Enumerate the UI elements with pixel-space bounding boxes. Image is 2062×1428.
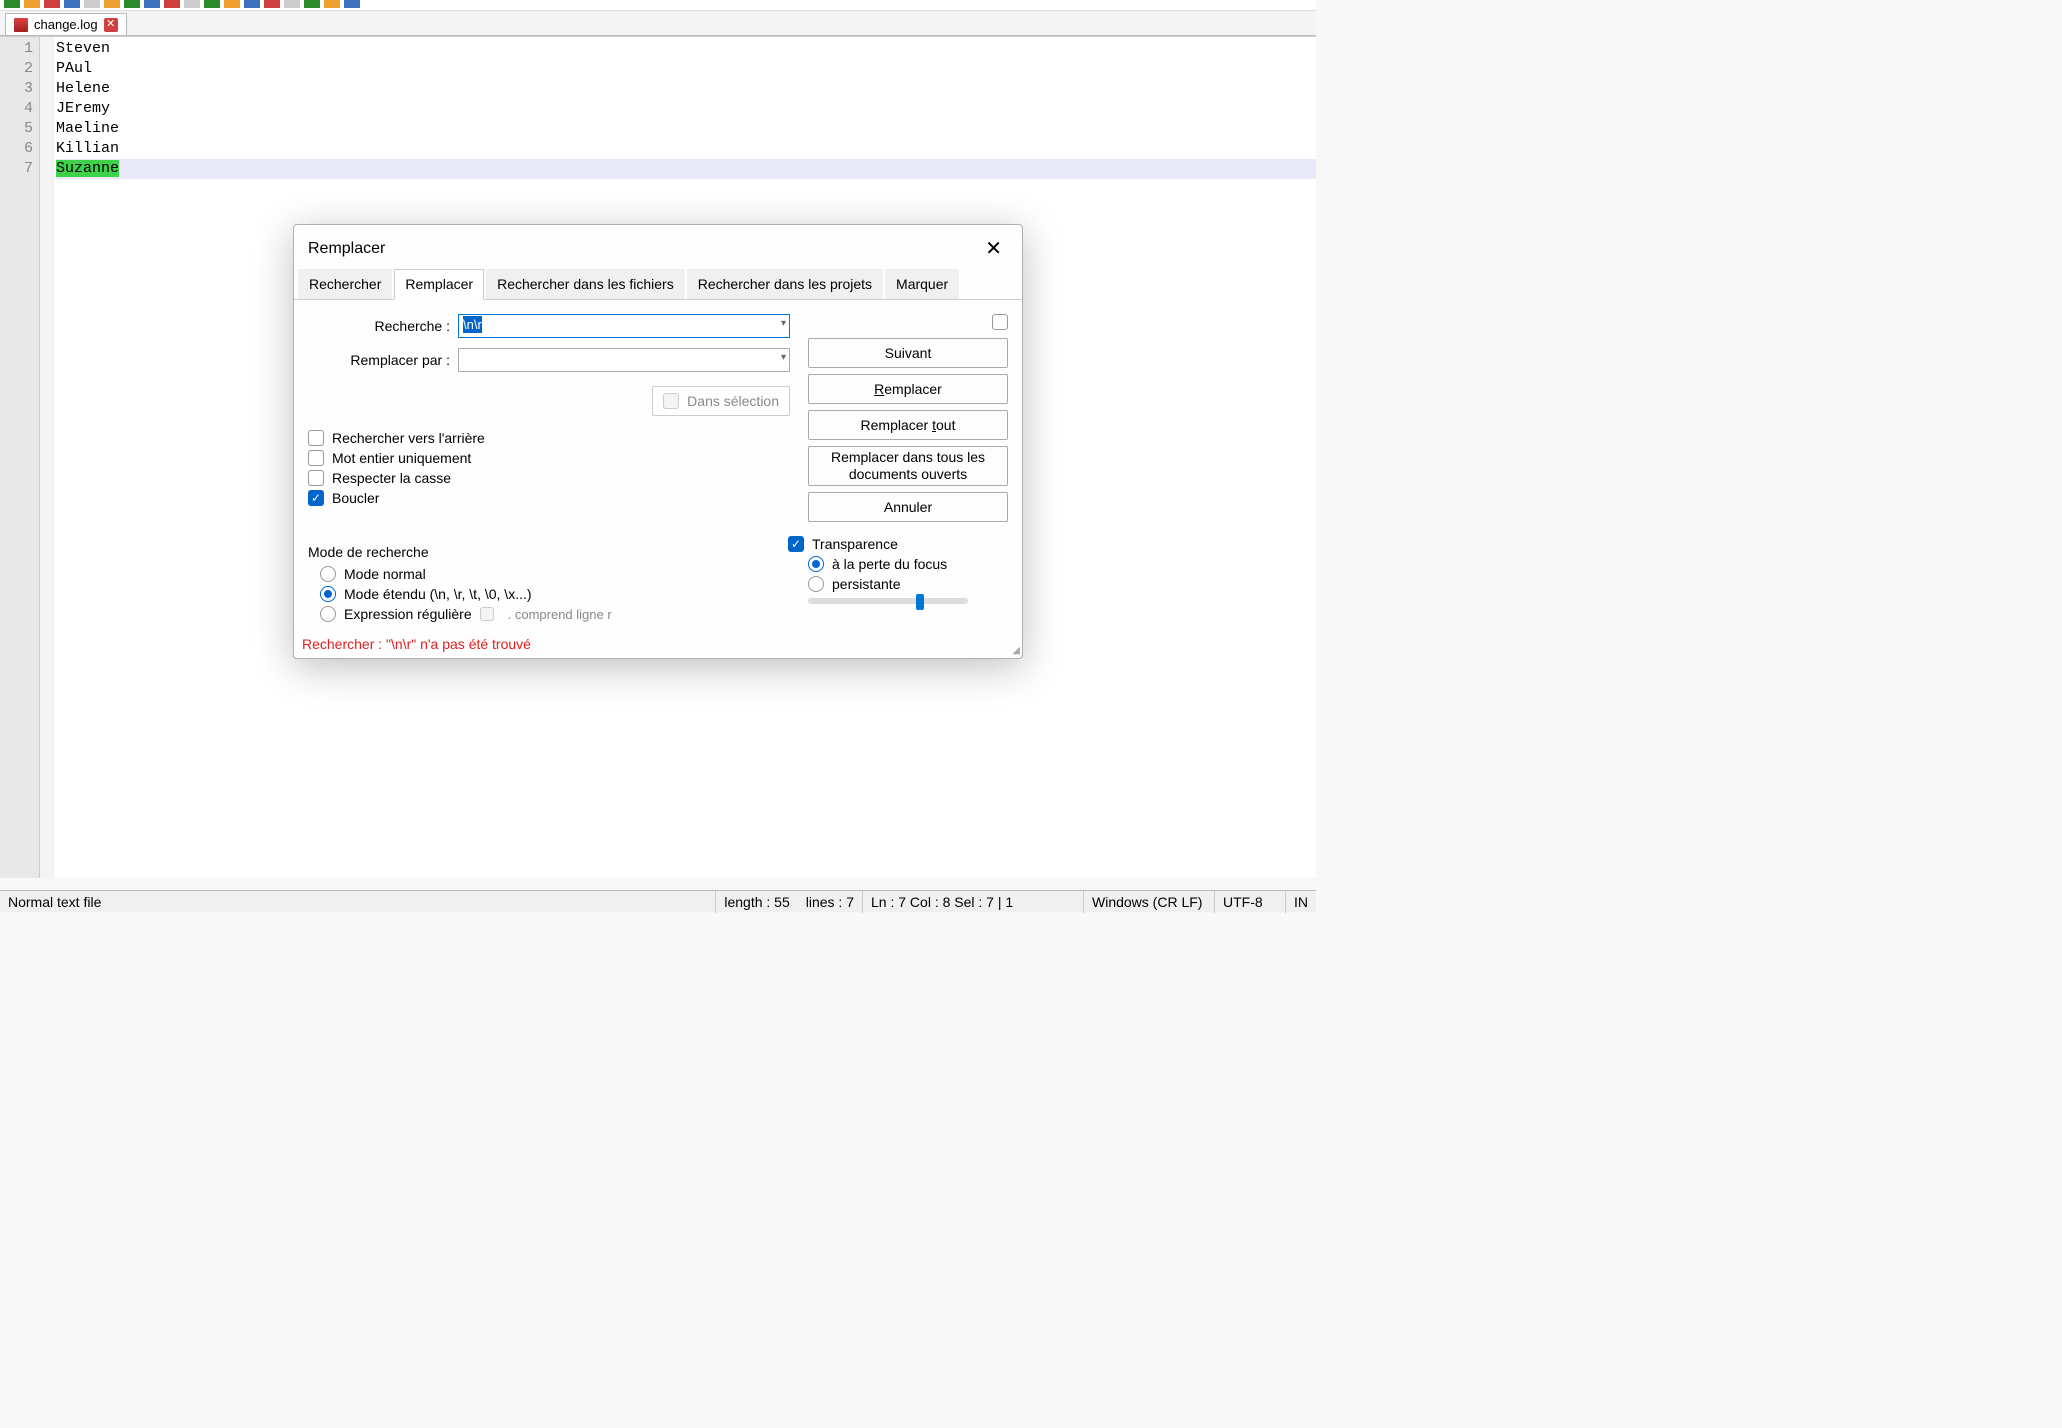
wrap-checkbox[interactable]: ✓ xyxy=(308,490,324,506)
document-tabbar: change.log ✕ xyxy=(0,11,1316,36)
file-icon xyxy=(14,18,28,32)
main-toolbar xyxy=(0,0,1316,11)
search-input[interactable] xyxy=(458,314,790,338)
status-length: length : 55 xyxy=(716,894,797,910)
tab-change-log[interactable]: change.log ✕ xyxy=(5,13,127,35)
slider-thumb[interactable] xyxy=(916,594,924,610)
transparency-slider[interactable] xyxy=(808,598,968,604)
cancel-button[interactable]: Annuler xyxy=(808,492,1008,522)
whole-word-checkbox[interactable] xyxy=(308,450,324,466)
pin-checkbox[interactable] xyxy=(992,314,1008,330)
status-bar: Normal text file length : 55 lines : 7 L… xyxy=(0,890,1316,912)
mode-extended-radio[interactable] xyxy=(320,586,336,602)
status-filetype: Normal text file xyxy=(0,894,109,910)
line-number-gutter: 1234567 xyxy=(0,37,40,878)
replace-button[interactable]: Remplacer xyxy=(808,374,1008,404)
dialog-tab-0[interactable]: Rechercher xyxy=(298,269,392,299)
find-next-button[interactable]: Suivant xyxy=(808,338,1008,368)
mode-regex-radio[interactable] xyxy=(320,606,336,622)
dot-newline-label: . comprend ligne r xyxy=(508,607,612,622)
transparency-checkbox[interactable]: ✓ xyxy=(788,536,804,552)
mode-regex-label: Expression régulière xyxy=(344,606,472,622)
dialog-tab-1[interactable]: Remplacer xyxy=(394,269,484,300)
in-selection-label: Dans sélection xyxy=(687,393,779,409)
dialog-tabs: RechercherRemplacerRechercher dans les f… xyxy=(294,269,1022,300)
in-selection-checkbox xyxy=(663,393,679,409)
mode-normal-radio[interactable] xyxy=(320,566,336,582)
transparency-persistent-radio[interactable] xyxy=(808,576,824,592)
dialog-title: Remplacer xyxy=(308,240,385,258)
dialog-tab-3[interactable]: Rechercher dans les projets xyxy=(687,269,883,299)
status-insert-mode: IN xyxy=(1286,894,1316,910)
replace-combo[interactable]: ▾ xyxy=(458,348,790,372)
dialog-close-button[interactable]: ✕ xyxy=(979,237,1008,261)
backward-label: Rechercher vers l'arrière xyxy=(332,430,485,446)
close-icon[interactable]: ✕ xyxy=(104,18,118,32)
replace-all-button[interactable]: Remplacer tout xyxy=(808,410,1008,440)
replace-dialog: Remplacer ✕ RechercherRemplacerRecherche… xyxy=(293,224,1023,659)
resize-grip-icon[interactable]: ◢ xyxy=(1012,645,1020,656)
backward-checkbox[interactable] xyxy=(308,430,324,446)
dialog-tab-4[interactable]: Marquer xyxy=(885,269,959,299)
wrap-label: Boucler xyxy=(332,490,379,506)
transparency-label: Transparence xyxy=(812,536,898,552)
tab-label: change.log xyxy=(34,17,98,32)
whole-word-label: Mot entier uniquement xyxy=(332,450,471,466)
status-eol: Windows (CR LF) xyxy=(1084,894,1214,910)
match-case-label: Respecter la casse xyxy=(332,470,451,486)
replace-label: Remplacer par : xyxy=(308,352,458,368)
transparency-focus-radio[interactable] xyxy=(808,556,824,572)
status-position: Ln : 7 Col : 8 Sel : 7 | 1 xyxy=(863,894,1083,910)
mode-normal-label: Mode normal xyxy=(344,566,426,582)
transparency-focus-label: à la perte du focus xyxy=(832,556,947,572)
fold-column xyxy=(40,37,54,878)
status-lines: lines : 7 xyxy=(798,894,862,910)
status-encoding: UTF-8 xyxy=(1215,894,1285,910)
match-case-checkbox[interactable] xyxy=(308,470,324,486)
mode-extended-label: Mode étendu (\n, \r, \t, \0, \x...) xyxy=(344,586,532,602)
dialog-tab-2[interactable]: Rechercher dans les fichiers xyxy=(486,269,685,299)
dialog-status: Rechercher : "\n\r" n'a pas été trouvé xyxy=(294,632,1022,658)
search-label: Recherche : xyxy=(308,318,458,334)
replace-all-docs-button[interactable]: Remplacer dans tous les documents ouvert… xyxy=(808,446,1008,486)
replace-input[interactable] xyxy=(458,348,790,372)
search-combo[interactable]: ▾ \n\r xyxy=(458,314,790,338)
dot-newline-checkbox xyxy=(480,607,494,621)
search-mode-label: Mode de recherche xyxy=(308,544,618,560)
transparency-persistent-label: persistante xyxy=(832,576,900,592)
